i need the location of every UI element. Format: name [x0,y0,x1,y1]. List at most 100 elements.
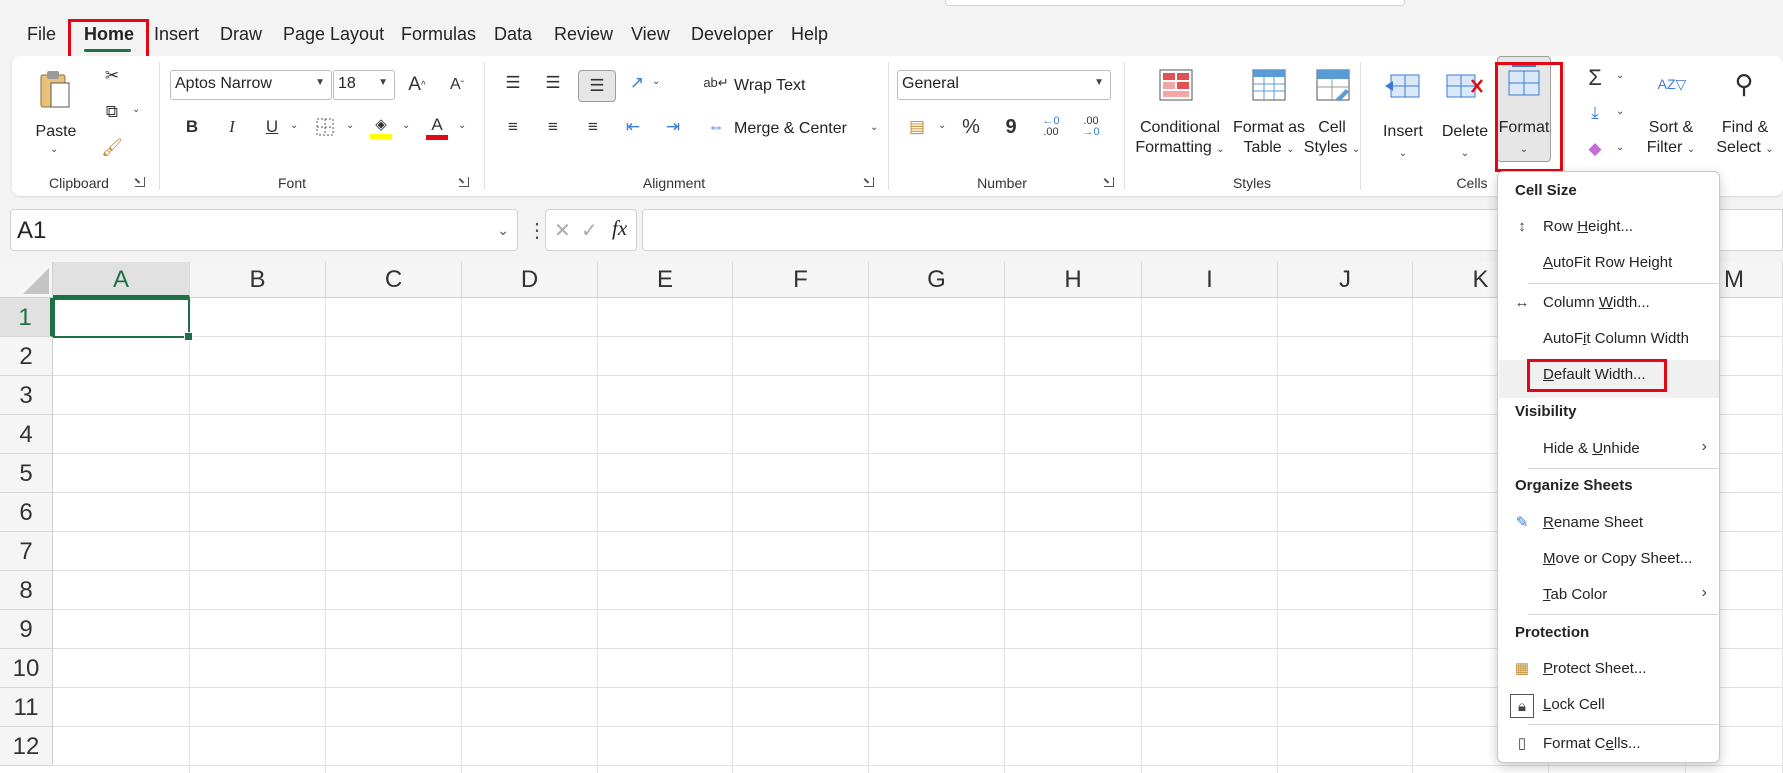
menu-default-width[interactable]: Default Width... [1543,366,1646,383]
autosum-icon[interactable]: Σ [1582,64,1608,92]
row-header-7[interactable]: 7 [0,532,53,571]
paste-label[interactable]: Paste [34,122,78,142]
number-format-select[interactable]: General ▼ [897,70,1111,100]
copy-icon[interactable]: ⧉ [100,100,124,124]
sort-filter-icon[interactable]: AZ▽ [1652,66,1692,102]
menu-tab-color[interactable]: Tab Color [1543,586,1607,603]
format-as-table-icon[interactable] [1250,68,1288,102]
active-cell-a1[interactable] [53,298,193,341]
align-center-icon[interactable]: ≡ [540,114,566,140]
row-header-3[interactable]: 3 [0,376,53,415]
column-header-h[interactable]: H [1005,262,1142,298]
insert-cells-button[interactable]: Insert ⌄ [1376,122,1430,164]
format-cells-icon[interactable] [1504,64,1544,98]
column-header-i[interactable]: I [1142,262,1278,298]
tab-view[interactable]: View [631,24,670,45]
tab-formulas[interactable]: Formulas [401,24,476,45]
number-launcher-icon[interactable] [1104,177,1114,187]
row-header-1[interactable]: 1 [0,298,53,337]
more-options-icon[interactable]: ⋮ [527,218,547,243]
align-left-icon[interactable]: ≡ [500,114,526,140]
row-header-5[interactable]: 5 [0,454,53,493]
clear-icon[interactable]: ◆ [1582,136,1608,162]
row-header-12[interactable]: 12 [0,727,53,766]
percent-icon[interactable]: % [958,114,984,140]
font-name-select[interactable]: Aptos Narrow ▼ [170,70,332,100]
italic-icon[interactable]: I [220,114,244,140]
cell-styles-button[interactable]: Cell Styles ⌄ [1302,118,1362,160]
name-box[interactable]: A1 ⌄ [10,209,518,251]
delete-cells-icon[interactable] [1444,70,1484,102]
accounting-chevron-icon[interactable]: ⌄ [938,120,946,131]
menu-autofit-row-height[interactable]: AutoFit Row Height [1543,254,1672,271]
row-header-8[interactable]: 8 [0,571,53,610]
column-header-g[interactable]: G [869,262,1005,298]
increase-decimal-icon[interactable]: ←0.00 [1036,112,1066,142]
paste-icon[interactable] [37,68,75,112]
fill-color-chevron-icon[interactable]: ⌄ [402,120,410,131]
orientation-icon[interactable]: ↗ [624,70,650,96]
menu-autofit-column-width[interactable]: AutoFit Column Width [1543,330,1689,347]
cell-styles-icon[interactable] [1314,68,1352,102]
font-launcher-icon[interactable] [459,177,469,187]
alignment-launcher-icon[interactable] [864,177,874,187]
wrap-text-icon[interactable]: ab↵ [703,70,728,96]
borders-icon[interactable] [312,114,338,140]
autosum-chevron-icon[interactable]: ⌄ [1616,70,1624,81]
orientation-chevron-icon[interactable]: ⌄ [652,76,660,87]
top-align-icon[interactable]: ☰ [500,70,526,96]
find-select-icon[interactable]: ⚲ [1724,66,1764,102]
grow-font-icon[interactable]: A ^ [404,70,430,100]
menu-rename-sheet[interactable]: Rename Sheet [1543,514,1643,531]
sort-filter-button[interactable]: Sort & Filter ⌄ [1640,118,1702,160]
confirm-entry-icon[interactable]: ✓ [581,218,598,243]
tab-insert[interactable]: Insert [154,24,199,45]
row-header-9[interactable]: 9 [0,610,53,649]
menu-format-cells[interactable]: Format Cells... [1543,735,1641,752]
bottom-align-icon[interactable]: ☰ [578,70,616,102]
tab-data[interactable]: Data [494,24,532,45]
format-button-label[interactable]: Format ⌄ [1497,118,1551,160]
wrap-text-button[interactable]: Wrap Text [734,76,805,96]
cut-icon[interactable]: ✂ [100,64,124,88]
borders-chevron-icon[interactable]: ⌄ [346,120,354,131]
copy-chevron-icon[interactable]: ⌄ [132,104,140,115]
merge-center-icon[interactable]: ⇔ [704,114,728,140]
menu-hide-unhide[interactable]: Hide & Unhide [1543,440,1640,457]
clear-chevron-icon[interactable]: ⌄ [1616,142,1624,153]
column-header-c[interactable]: C [326,262,462,298]
align-right-icon[interactable]: ≡ [580,114,606,140]
select-all-button[interactable] [0,262,53,298]
delete-cells-button[interactable]: Delete ⌄ [1438,122,1492,164]
clipboard-launcher-icon[interactable] [135,177,145,187]
conditional-formatting-button[interactable]: Conditional Formatting ⌄ [1132,118,1228,160]
fill-icon[interactable]: ⤓ [1582,100,1608,126]
accounting-format-icon[interactable]: ▤ [904,114,930,140]
column-header-b[interactable]: B [190,262,326,298]
font-size-select[interactable]: 18 ▼ [333,70,395,100]
decrease-indent-icon[interactable]: ⇤ [620,114,646,140]
format-painter-icon[interactable]: 🖌 [100,136,124,160]
menu-protect-sheet[interactable]: Protect Sheet... [1543,660,1646,677]
comma-style-icon[interactable]: 9 [998,114,1024,140]
menu-column-width[interactable]: Column Width... [1543,294,1650,311]
insert-function-icon[interactable]: fx [612,216,627,241]
bold-icon[interactable]: B [180,114,204,140]
increase-indent-icon[interactable]: ⇥ [660,114,686,140]
tab-file[interactable]: File [27,24,56,45]
column-header-a[interactable]: A [53,262,190,298]
menu-move-copy-sheet[interactable]: Move or Copy Sheet... [1543,550,1692,567]
insert-cells-icon[interactable] [1382,70,1422,102]
merge-chevron-icon[interactable]: ⌄ [870,122,878,133]
tab-developer[interactable]: Developer [691,24,773,45]
row-header-11[interactable]: 11 [0,688,53,727]
merge-center-button[interactable]: Merge & Center [734,119,847,139]
decrease-decimal-icon[interactable]: .00 →0 [1076,112,1106,142]
row-header-6[interactable]: 6 [0,493,53,532]
fill-chevron-icon[interactable]: ⌄ [1616,106,1624,117]
shrink-font-icon[interactable]: Aˇ [444,70,470,100]
tab-help[interactable]: Help [791,24,828,45]
find-select-button[interactable]: Find & Select ⌄ [1712,118,1778,160]
tab-page-layout[interactable]: Page Layout [283,24,384,45]
tab-draw[interactable]: Draw [220,24,262,45]
